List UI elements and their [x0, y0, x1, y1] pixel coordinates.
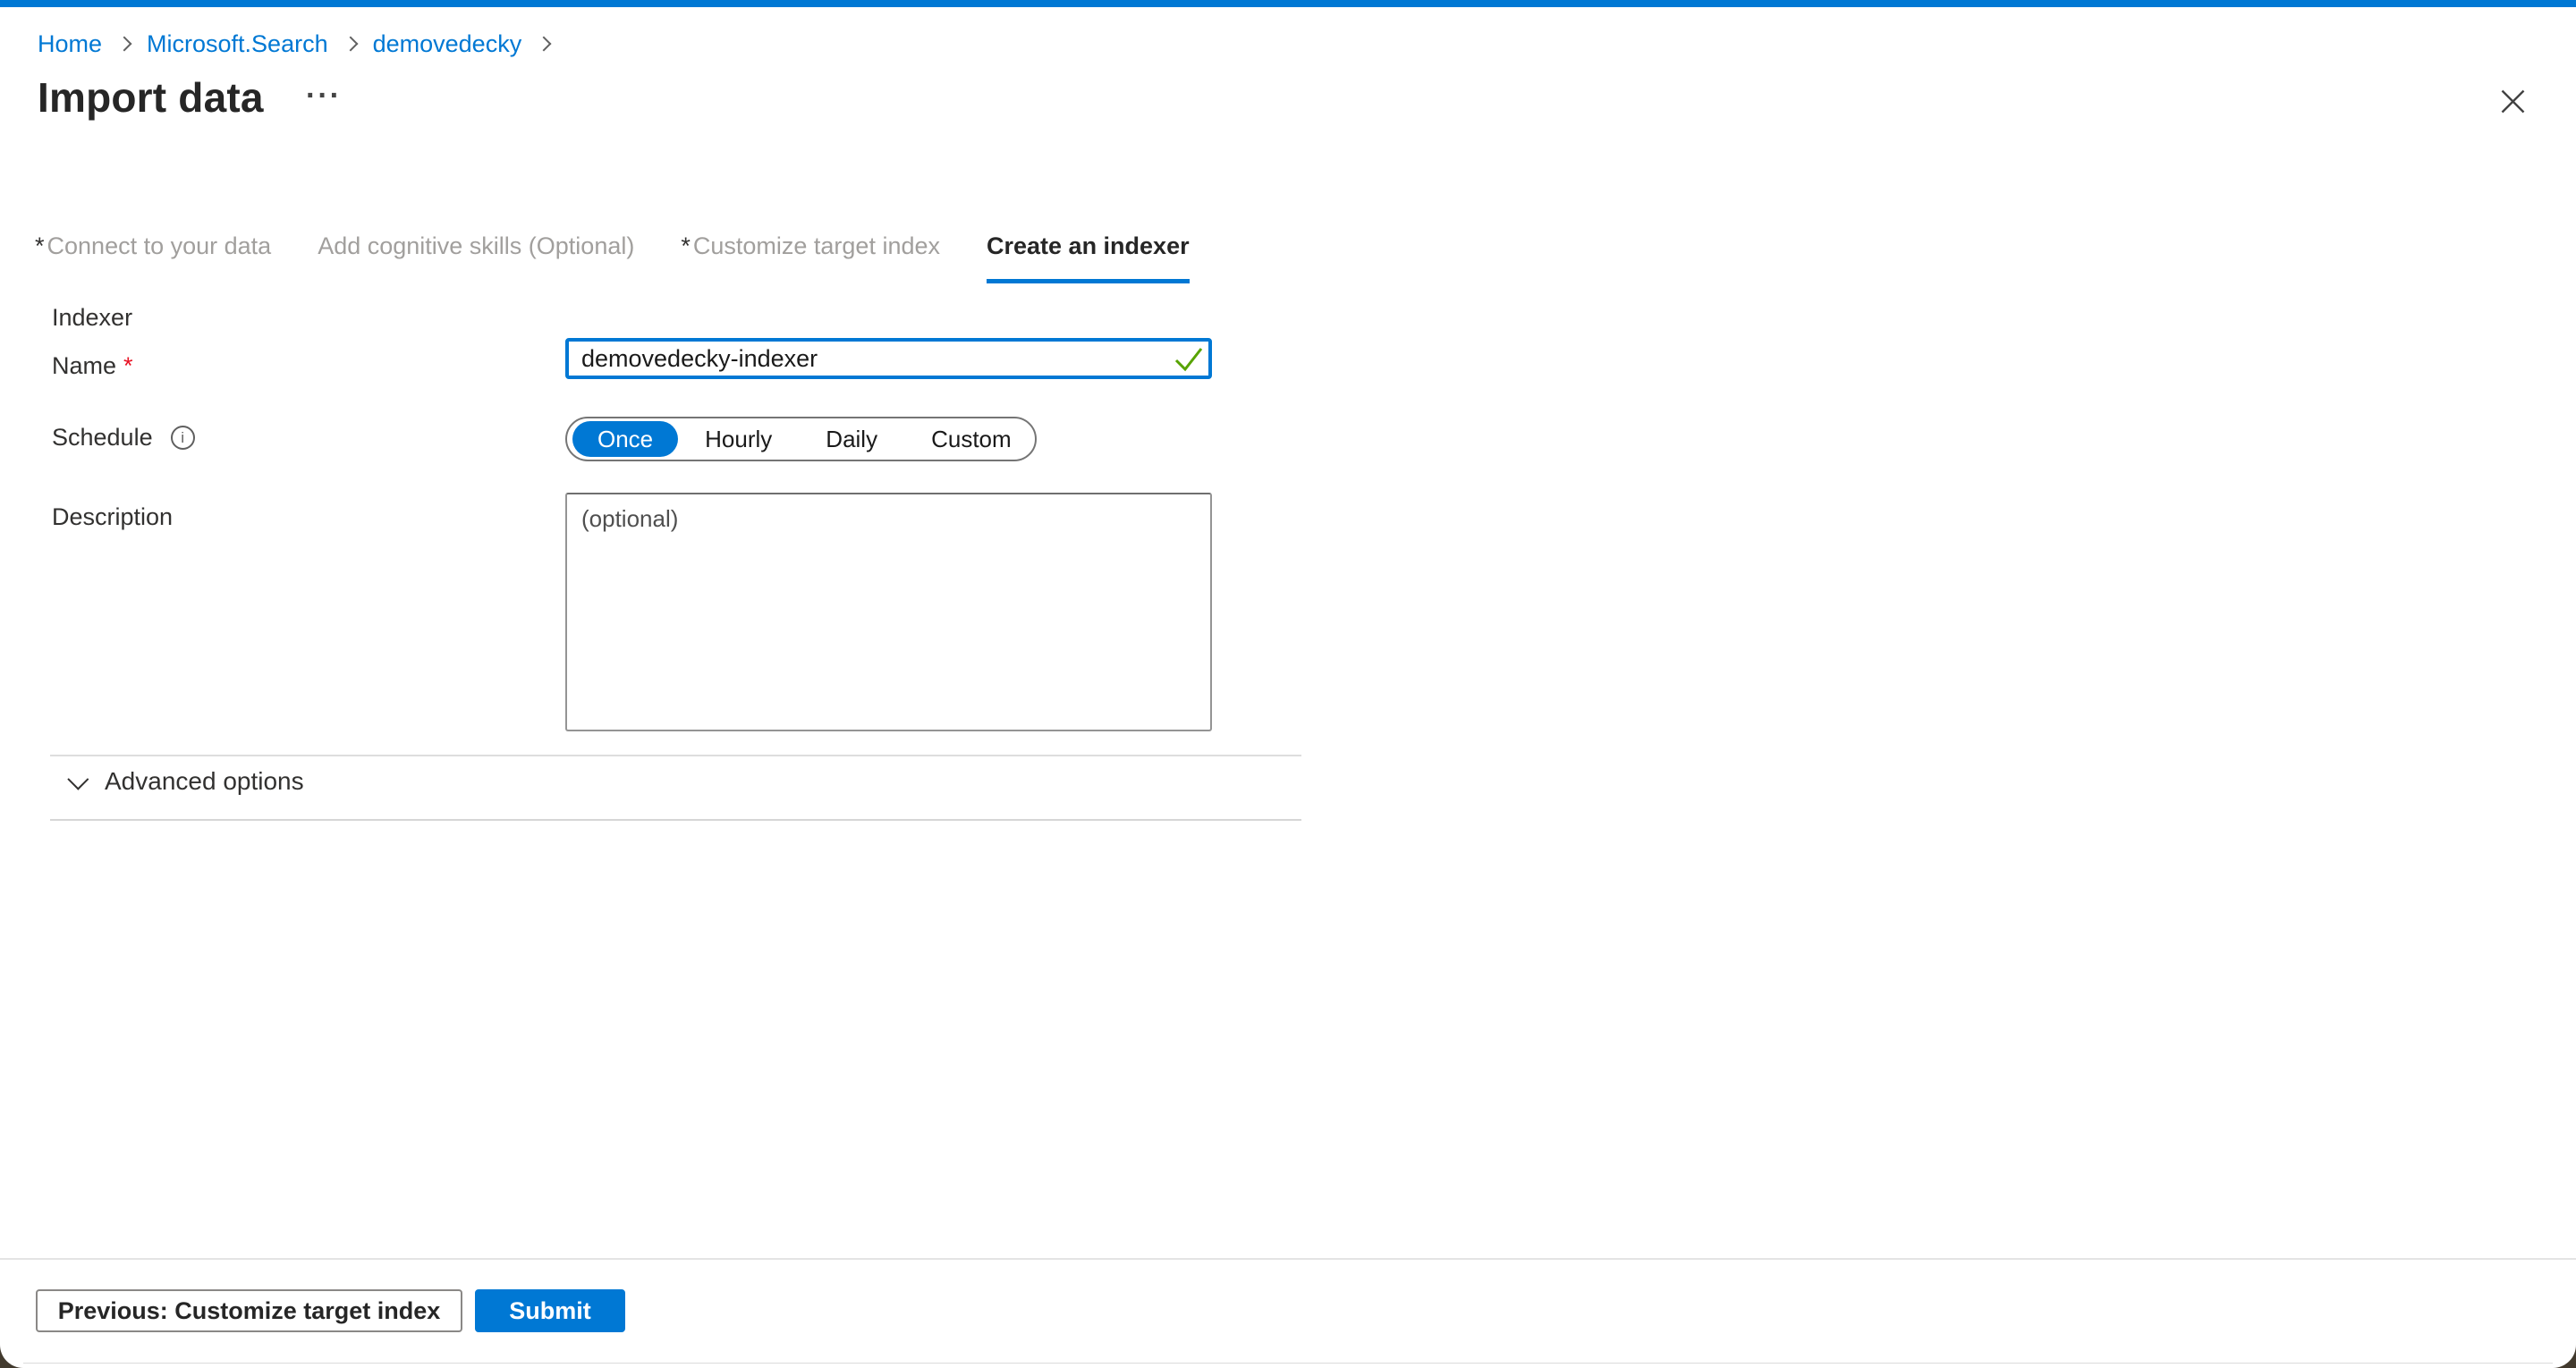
previous-step-button[interactable]: Previous: Customize target index [36, 1289, 462, 1332]
breadcrumb-separator-icon [117, 37, 132, 52]
chevron-down-icon [67, 768, 89, 790]
tab-label: Create an indexer [987, 232, 1190, 259]
import-data-window: Home Microsoft.Search demovedecky Import… [0, 0, 2576, 1368]
description-textarea[interactable] [565, 493, 1212, 731]
indexer-name-input[interactable] [565, 338, 1212, 379]
description-field-label: Description [52, 503, 173, 531]
tab-connect-to-your-data[interactable]: *Connect to your data [35, 232, 271, 283]
breadcrumb-separator-icon [343, 37, 358, 52]
divider [50, 755, 1301, 756]
wizard-tabs: *Connect to your data Add cognitive skil… [35, 232, 1190, 283]
advanced-options-label: Advanced options [105, 767, 304, 796]
submit-button[interactable]: Submit [475, 1289, 625, 1332]
active-tab-underline [987, 279, 1190, 283]
bottom-hairline [23, 1363, 2553, 1364]
info-icon[interactable]: i [171, 426, 195, 450]
close-x-glyph [2501, 89, 2525, 114]
name-field-label: Name* [52, 352, 133, 380]
breadcrumb-separator-icon [537, 37, 552, 52]
tab-customize-target-index[interactable]: *Customize target index [681, 232, 940, 283]
footer-divider [0, 1258, 2576, 1260]
schedule-option-once[interactable]: Once [572, 421, 678, 457]
azure-top-accent-bar [0, 0, 2576, 7]
breadcrumb-home[interactable]: Home [38, 29, 102, 59]
tab-label: Customize target index [693, 232, 940, 259]
indexer-section-label: Indexer [52, 304, 132, 332]
breadcrumb: Home Microsoft.Search demovedecky [38, 29, 566, 59]
tab-label: Add cognitive skills (Optional) [318, 232, 634, 259]
tab-label: Connect to your data [47, 232, 272, 259]
close-icon[interactable] [2492, 80, 2533, 122]
more-options-icon[interactable]: ··· [306, 79, 342, 114]
schedule-option-hourly[interactable]: Hourly [678, 421, 799, 457]
tab-add-cognitive-skills[interactable]: Add cognitive skills (Optional) [318, 232, 634, 283]
schedule-toggle-group: Once Hourly Daily Custom [565, 417, 1037, 461]
advanced-options-toggle[interactable]: Advanced options [68, 767, 304, 796]
divider [50, 819, 1301, 821]
breadcrumb-microsoft-search[interactable]: Microsoft.Search [147, 29, 328, 59]
schedule-option-daily[interactable]: Daily [799, 421, 904, 457]
schedule-field-label: Schedule i [52, 424, 195, 452]
required-asterisk: * [123, 352, 133, 379]
breadcrumb-demovedecky[interactable]: demovedecky [373, 29, 522, 59]
tab-create-an-indexer[interactable]: Create an indexer [987, 232, 1190, 283]
schedule-option-custom[interactable]: Custom [904, 421, 1038, 457]
page-title: Import data [38, 73, 264, 122]
